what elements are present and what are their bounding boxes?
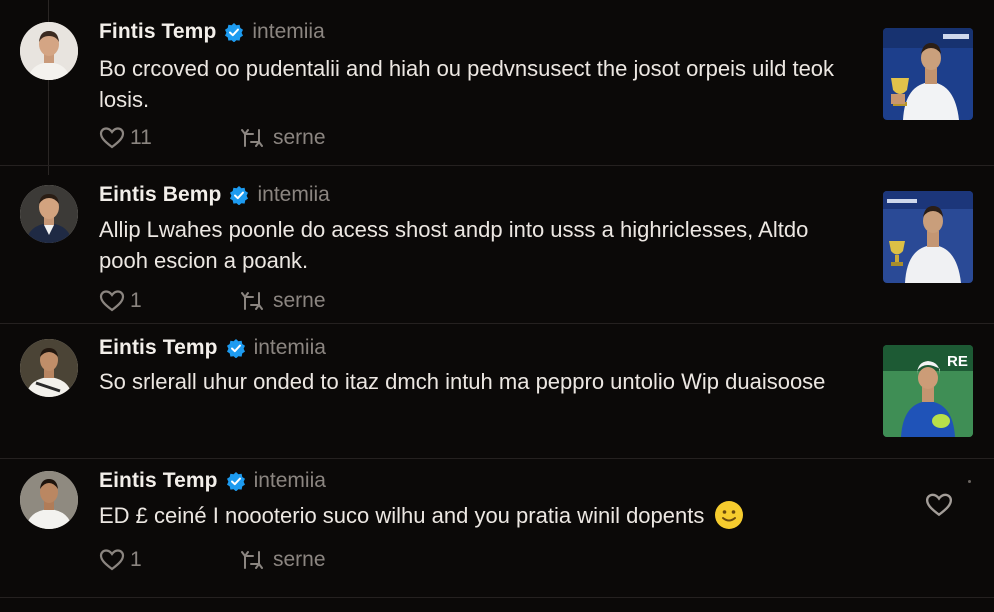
author-name[interactable]: Eintis Temp — [99, 468, 218, 494]
heart-icon — [925, 493, 953, 517]
share-label: serne — [273, 289, 326, 312]
post-divider — [0, 458, 994, 459]
like-button[interactable]: 11 — [99, 126, 239, 150]
thumb-sign-text: RE — [947, 353, 968, 370]
heart-icon — [99, 127, 125, 149]
share-button[interactable]: serne — [239, 289, 326, 313]
share-label: serne — [273, 548, 326, 571]
author-handle[interactable]: intemiia — [257, 182, 329, 208]
avatar[interactable] — [20, 471, 78, 529]
post-text: Bo crcoved oo pudentalii and hiah ou ped… — [99, 56, 835, 112]
post-actions: 11 serne — [99, 124, 326, 152]
like-count: 1 — [130, 548, 142, 571]
verified-badge-icon — [229, 185, 249, 205]
like-button[interactable]: 1 — [99, 289, 239, 313]
post-text: ED £ ceiné I noooterio suco wilhu and yo… — [99, 500, 859, 531]
social-feed: Fintis Temp intemiia Bo crcoved oo puden… — [0, 0, 994, 612]
post-image[interactable] — [883, 191, 973, 283]
post-text: Allip Lwahes poonle do acess shost andp … — [99, 217, 809, 273]
share-button[interactable]: serne — [239, 126, 326, 150]
post-actions: 1 serne — [99, 546, 326, 574]
repost-icon — [241, 129, 263, 147]
verified-badge-icon — [226, 471, 246, 491]
avatar[interactable] — [20, 22, 78, 80]
post-divider — [0, 597, 994, 598]
share-button[interactable]: serne — [239, 548, 326, 572]
like-button[interactable]: 1 — [99, 548, 239, 572]
smile-emoji-icon — [714, 500, 744, 530]
side-like-button[interactable] — [925, 492, 953, 518]
author-name[interactable]: Eintis Temp — [99, 335, 218, 361]
post-divider — [0, 323, 994, 324]
author-name[interactable]: Eintis Bemp — [99, 182, 221, 208]
author-name[interactable]: Fintis Temp — [99, 19, 216, 45]
post-image[interactable] — [883, 28, 973, 120]
verified-badge-icon — [226, 338, 246, 358]
author-handle[interactable]: intemiia — [254, 468, 326, 494]
author-handle[interactable]: intemiia — [252, 19, 324, 45]
more-dot — [968, 480, 971, 483]
like-count: 1 — [130, 289, 142, 312]
post-actions: 1 serne — [99, 287, 326, 315]
heart-icon — [99, 290, 125, 312]
post-text: So srlerall uhur onded to itaz dmch intu… — [99, 369, 826, 394]
post-divider — [0, 165, 994, 166]
verified-badge-icon — [224, 22, 244, 42]
post-image[interactable]: RE — [883, 345, 973, 437]
like-count: 11 — [130, 126, 152, 149]
avatar[interactable] — [20, 185, 78, 243]
post-text-content: ED £ ceiné I noooterio suco wilhu and yo… — [99, 503, 705, 528]
author-handle[interactable]: intemiia — [254, 335, 326, 361]
avatar[interactable] — [20, 339, 78, 397]
repost-icon — [241, 551, 263, 569]
share-label: serne — [273, 126, 326, 149]
heart-icon — [99, 549, 125, 571]
repost-icon — [241, 292, 263, 310]
